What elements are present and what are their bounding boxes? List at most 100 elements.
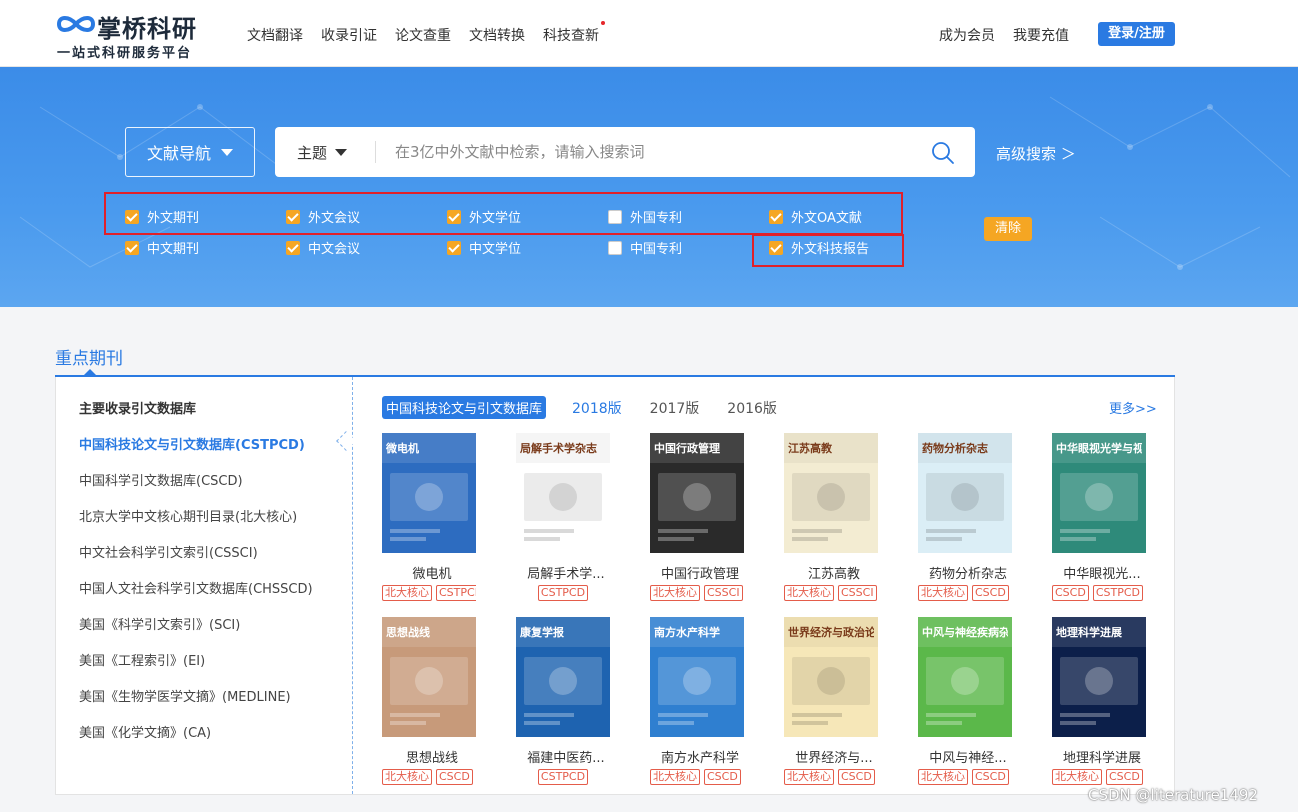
database-item-pku[interactable]: 北京大学中文核心期刊目录(北大核心): [79, 506, 297, 525]
database-item-cssci[interactable]: 中文社会科学引文索引(CSSCI): [79, 542, 258, 561]
journal-cover[interactable]: 地理科学进展: [1052, 617, 1146, 737]
main-nav: 文档翻译 收录引证 论文查重 文档转换 科技查新: [247, 21, 617, 45]
more-link[interactable]: 更多>>: [1109, 398, 1157, 417]
journal-cover[interactable]: 中国行政管理: [650, 433, 744, 553]
database-item-cstpcd[interactable]: 中国科技论文与引文数据库(CSTPCD): [79, 434, 305, 453]
checkbox[interactable]: [286, 240, 300, 255]
journal-tags: CSTPCD: [516, 769, 610, 785]
database-item-chsscd[interactable]: 中国人文社会科学引文数据库(CHSSCD): [79, 578, 313, 597]
search-icon[interactable]: [931, 141, 955, 165]
chevron-down-icon: [221, 148, 233, 156]
cover-title: 南方水产科学: [654, 626, 720, 639]
recharge-link[interactable]: 我要充值: [1013, 25, 1069, 45]
database-item-medline[interactable]: 美国《生物学医学文摘》(MEDLINE): [79, 686, 291, 705]
database-item-ei[interactable]: 美国《工程索引》(EI): [79, 650, 205, 669]
journal-name[interactable]: 江苏高教: [784, 563, 884, 582]
active-pointer-icon: [336, 431, 356, 451]
index-tag: CSCD: [1052, 585, 1089, 601]
tab-2017[interactable]: 2017版: [650, 398, 700, 418]
cover-title: 康复学报: [520, 626, 564, 639]
nav-item-convert[interactable]: 文档转换: [469, 25, 525, 45]
cover-title: 江苏高教: [788, 442, 832, 455]
index-tag: CSTPCD: [1092, 585, 1143, 601]
literature-nav-dropdown[interactable]: 文献导航: [125, 127, 255, 177]
journal-cover[interactable]: 思想战线: [382, 617, 476, 737]
journal-name[interactable]: 世界经济与...: [784, 747, 884, 766]
journal-tags: CSTPCD: [516, 585, 610, 601]
filter-label: 中文学位: [469, 242, 522, 257]
database-item-cscd[interactable]: 中国科学引文数据库(CSCD): [79, 470, 243, 489]
tab-database[interactable]: 中国科技论文与引文数据库: [382, 396, 547, 419]
journal-tags: 北大核心 CSCD: [784, 769, 878, 785]
journal-tags: 北大核心 CSSCI: [650, 585, 744, 601]
filter-chinese-patent[interactable]: 中国专利: [608, 238, 682, 257]
clear-button[interactable]: 清除: [984, 217, 1032, 241]
filter-chinese-journal[interactable]: 中文期刊: [125, 238, 199, 257]
database-item-sci[interactable]: 美国《科学引文索引》(SCI): [79, 614, 240, 633]
nav-item-plagiarism[interactable]: 论文查重: [395, 25, 451, 45]
checkbox[interactable]: [125, 240, 139, 255]
become-member-link[interactable]: 成为会员: [939, 25, 995, 45]
nav-item-novelty-label: 科技查新: [543, 28, 599, 44]
journal-cover[interactable]: 中华眼视光学与视觉科学杂志: [1052, 433, 1146, 553]
search-field-select[interactable]: 主题: [297, 127, 348, 177]
journal-cover[interactable]: 中风与神经疾病杂志: [918, 617, 1012, 737]
cover-title: 微电机: [386, 442, 419, 455]
database-item-ca[interactable]: 美国《化学文摘》(CA): [79, 722, 211, 741]
nav-item-novelty[interactable]: 科技查新: [543, 21, 605, 45]
logo[interactable]: 掌桥科研 一站式科研服务平台: [55, 9, 215, 61]
checkbox[interactable]: [608, 240, 622, 255]
journal-name[interactable]: 中风与神经...: [918, 747, 1018, 766]
nav-item-citation[interactable]: 收录引证: [321, 25, 377, 45]
journal-name[interactable]: 局解手术学...: [516, 563, 616, 582]
database-list: 主要收录引文数据库 中国科技论文与引文数据库(CSTPCD) 中国科学引文数据库…: [56, 377, 356, 794]
journal-name[interactable]: 地理科学进展: [1052, 747, 1152, 766]
journal-name[interactable]: 中国行政管理: [650, 563, 750, 582]
journal-tags: 北大核心 CSCD: [650, 769, 744, 785]
journal-tags: 北大核心 CSCD: [918, 585, 1012, 601]
journal-name[interactable]: 思想战线: [382, 747, 482, 766]
search-box: 主题: [275, 127, 975, 177]
journal-cover[interactable]: 南方水产科学: [650, 617, 744, 737]
index-tag: CSCD: [1106, 769, 1143, 785]
section-notch: [84, 369, 96, 375]
index-tag: 北大核心: [650, 769, 700, 785]
cover-title: 思想战线: [386, 626, 430, 639]
journal-name[interactable]: 微电机: [382, 563, 482, 582]
filter-label: 中文会议: [308, 242, 361, 257]
logo-title: 掌桥科研: [97, 15, 197, 43]
journal-name[interactable]: 中华眼视光...: [1052, 563, 1152, 582]
journal-cover[interactable]: 药物分析杂志: [918, 433, 1012, 553]
advanced-search-link[interactable]: 高级搜索 ＞: [996, 143, 1076, 164]
cover-title: 世界经济与政治论坛: [788, 626, 874, 639]
search-input[interactable]: [395, 137, 915, 167]
journal-tags: 北大核心 CSCD: [382, 769, 476, 785]
filter-chinese-conference[interactable]: 中文会议: [286, 238, 360, 257]
journals-panel: 主要收录引文数据库 中国科技论文与引文数据库(CSTPCD) 中国科学引文数据库…: [55, 377, 1175, 795]
journal-name[interactable]: 药物分析杂志: [918, 563, 1018, 582]
filter-chinese-degree[interactable]: 中文学位: [447, 238, 521, 257]
index-tag: CSTPCD: [537, 585, 589, 601]
edition-tabs: 中国科技论文与引文数据库 2018版 2017版 2016版: [382, 396, 805, 419]
journal-cover[interactable]: 微电机: [382, 433, 476, 553]
tab-2016[interactable]: 2016版: [727, 398, 777, 418]
journal-cover[interactable]: 局解手术学杂志: [516, 433, 610, 553]
journal-cover[interactable]: 江苏高教: [784, 433, 878, 553]
nav-item-translate[interactable]: 文档翻译: [247, 25, 303, 45]
index-tag: CSCD: [838, 769, 875, 785]
index-tag: 北大核心: [382, 585, 432, 601]
index-tag: 北大核心: [382, 769, 432, 785]
search-hero: 文献导航 主题 高级搜索 ＞ 外文期刊 外文会议 外文学位 外国专利 外文OA文…: [0, 67, 1298, 307]
index-tag: CSCD: [704, 769, 741, 785]
checkbox[interactable]: [447, 240, 461, 255]
tab-2018[interactable]: 2018版: [572, 398, 622, 418]
literature-nav-label: 文献导航: [146, 144, 211, 163]
journal-cover[interactable]: 康复学报: [516, 617, 610, 737]
journal-cover[interactable]: 世界经济与政治论坛: [784, 617, 878, 737]
index-tag: CSSCI: [704, 585, 743, 601]
journal-name[interactable]: 南方水产科学: [650, 747, 750, 766]
journal-tags: 北大核心CSTPCD: [382, 585, 476, 601]
index-tag: CSTPCD: [436, 585, 476, 601]
login-button[interactable]: 登录/注册: [1098, 22, 1175, 46]
journal-name[interactable]: 福建中医药...: [516, 747, 616, 766]
